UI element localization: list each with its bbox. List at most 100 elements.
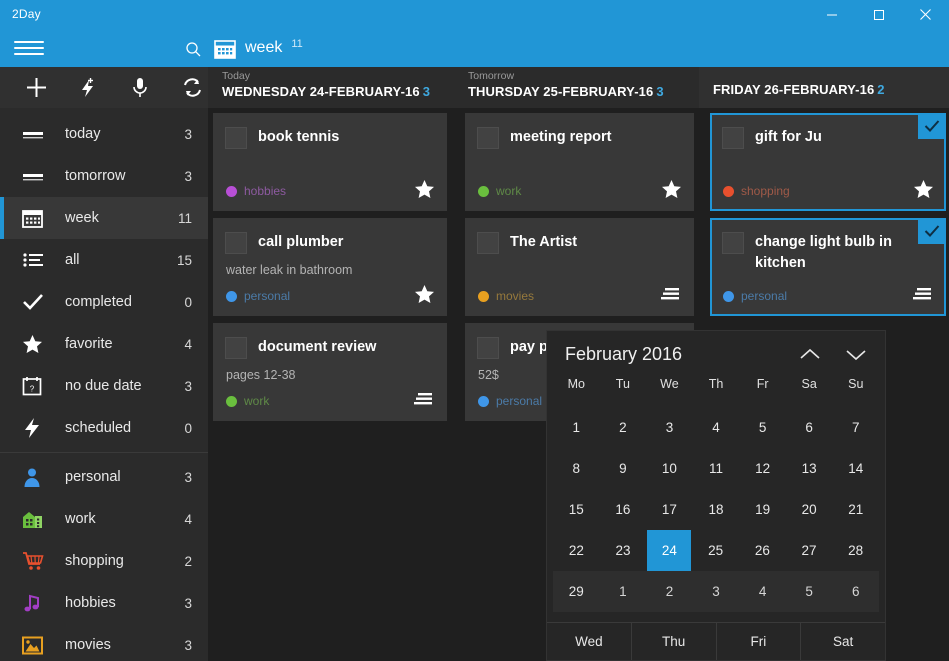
task-checkbox[interactable] <box>477 337 499 359</box>
sidebar-item-count: 11 <box>177 210 192 226</box>
star-icon[interactable] <box>660 178 682 200</box>
task-checkbox[interactable] <box>477 127 499 149</box>
star-icon[interactable] <box>413 283 435 305</box>
sidebar-item-scheduled[interactable]: scheduled 0 <box>0 407 208 449</box>
calendar-day[interactable]: 2 <box>646 571 693 612</box>
star-icon[interactable] <box>413 178 435 200</box>
quick-day-thu[interactable]: Thu <box>632 623 717 660</box>
task-card[interactable]: call plumber water leak in bathroom pers… <box>213 218 447 316</box>
sidebar-item-movies[interactable]: movies 3 <box>0 624 208 661</box>
calendar-day[interactable]: 8 <box>553 448 600 489</box>
column-header-friday[interactable]: FRIDAY 26-FEBRUARY-16 2 <box>699 67 949 108</box>
calendar-day[interactable]: 16 <box>600 489 647 530</box>
quick-day-wed[interactable]: Wed <box>547 623 632 660</box>
calendar-day[interactable]: 28 <box>832 530 879 571</box>
search-icon[interactable] <box>180 37 206 61</box>
calendar-day[interactable]: 18 <box>693 489 740 530</box>
task-card[interactable]: document review pages 12-38 work <box>213 323 447 421</box>
task-card[interactable]: gift for Ju shopping <box>710 113 946 211</box>
calendar-day[interactable]: 3 <box>693 571 740 612</box>
quick-day-sat[interactable]: Sat <box>801 623 885 660</box>
calendar-day[interactable]: 6 <box>786 407 833 448</box>
selected-check-icon[interactable] <box>918 218 946 244</box>
sidebar-item-shopping[interactable]: shopping 2 <box>0 540 208 582</box>
calendar-day[interactable]: 11 <box>693 448 740 489</box>
sidebar-item-week[interactable]: week 11 <box>0 197 208 239</box>
calendar-day[interactable]: 12 <box>739 448 786 489</box>
plus-icon[interactable] <box>22 75 50 101</box>
task-checkbox[interactable] <box>225 232 247 254</box>
microphone-icon[interactable] <box>126 75 154 101</box>
maximize-button[interactable] <box>855 0 902 29</box>
calendar-day[interactable]: 7 <box>832 407 879 448</box>
calendar-day[interactable]: 21 <box>832 489 879 530</box>
current-view[interactable]: week 11 <box>214 33 303 63</box>
calendar-day[interactable]: 17 <box>646 489 693 530</box>
sidebar-item-tomorrow[interactable]: tomorrow 3 <box>0 155 208 197</box>
weekday-label: Th <box>708 377 724 391</box>
sidebar-item-personal[interactable]: personal 3 <box>0 456 208 498</box>
sidebar-item-work[interactable]: work 4 <box>0 498 208 540</box>
quick-day-fri[interactable]: Fri <box>717 623 802 660</box>
calendar-day[interactable]: 20 <box>786 489 833 530</box>
calendar-day[interactable]: 6 <box>832 571 879 612</box>
task-card[interactable]: The Artist movies <box>465 218 694 316</box>
column-date-label: THURSDAY 25-FEBRUARY-16 3 <box>468 83 699 100</box>
calendar-day[interactable]: 5 <box>786 571 833 612</box>
calendar-day[interactable]: 25 <box>692 530 739 571</box>
notes-icon[interactable] <box>660 283 682 305</box>
task-checkbox[interactable] <box>225 337 247 359</box>
calendar-day[interactable]: 29 <box>553 571 600 612</box>
calendar-day[interactable]: 4 <box>739 571 786 612</box>
task-checkbox[interactable] <box>722 127 744 149</box>
sidebar-item-completed[interactable]: completed 0 <box>0 281 208 323</box>
notes-icon[interactable] <box>413 388 435 410</box>
calendar-day[interactable]: 19 <box>739 489 786 530</box>
calendar-day[interactable]: 1 <box>553 407 600 448</box>
hamburger-icon[interactable] <box>14 38 44 58</box>
column-header-today[interactable]: Today WEDNESDAY 24-FEBRUARY-16 3 <box>208 67 454 108</box>
task-checkbox[interactable] <box>225 127 247 149</box>
calendar-day[interactable]: 14 <box>832 448 879 489</box>
star-icon[interactable] <box>912 178 934 200</box>
category-label: work <box>496 184 522 198</box>
chevron-down-icon[interactable] <box>835 339 877 369</box>
task-note: pages 12-38 <box>226 368 296 382</box>
task-card[interactable]: meeting report work <box>465 113 694 211</box>
lightning-plus-icon[interactable] <box>74 75 102 101</box>
calendar-day[interactable]: 1 <box>600 571 647 612</box>
sidebar-item-hobbies[interactable]: hobbies 3 <box>0 582 208 624</box>
task-card[interactable]: book tennis hobbies <box>213 113 447 211</box>
minimize-button[interactable] <box>808 0 855 29</box>
column-header-tomorrow[interactable]: Tomorrow THURSDAY 25-FEBRUARY-16 3 <box>454 67 699 108</box>
calendar-day-selected[interactable]: 24 <box>647 530 692 571</box>
calendar-day[interactable]: 13 <box>786 448 833 489</box>
sidebar-item-all[interactable]: all 15 <box>0 239 208 281</box>
calendar-day[interactable]: 26 <box>739 530 786 571</box>
calendar-day[interactable]: 3 <box>646 407 693 448</box>
close-button[interactable] <box>902 0 949 29</box>
calendar-day[interactable]: 27 <box>786 530 833 571</box>
calendar-header: February 2016 <box>547 331 885 377</box>
calendar-day[interactable]: 4 <box>693 407 740 448</box>
task-title: gift for Ju <box>755 129 822 145</box>
calendar-day[interactable]: 23 <box>600 530 647 571</box>
notes-icon[interactable] <box>912 283 934 305</box>
calendar-day[interactable]: 5 <box>739 407 786 448</box>
chevron-up-icon[interactable] <box>789 339 831 369</box>
task-checkbox[interactable] <box>477 232 499 254</box>
calendar-day[interactable]: 22 <box>553 530 600 571</box>
sidebar-item-today[interactable]: today 3 <box>0 113 208 155</box>
calendar-day[interactable]: 9 <box>600 448 647 489</box>
sync-icon[interactable] <box>178 75 206 101</box>
sidebar-item-favorite[interactable]: favorite 4 <box>0 323 208 365</box>
calendar-day[interactable]: 15 <box>553 489 600 530</box>
task-title: meeting report <box>510 129 612 145</box>
task-card[interactable]: change light bulb in kitchen personal <box>710 218 946 316</box>
calendar-day[interactable]: 10 <box>646 448 693 489</box>
task-checkbox[interactable] <box>722 232 744 254</box>
selected-check-icon[interactable] <box>918 113 946 139</box>
sidebar-item-no-due-date[interactable]: ? no due date 3 <box>0 365 208 407</box>
calendar-day[interactable]: 2 <box>600 407 647 448</box>
svg-text:?: ? <box>30 385 35 394</box>
